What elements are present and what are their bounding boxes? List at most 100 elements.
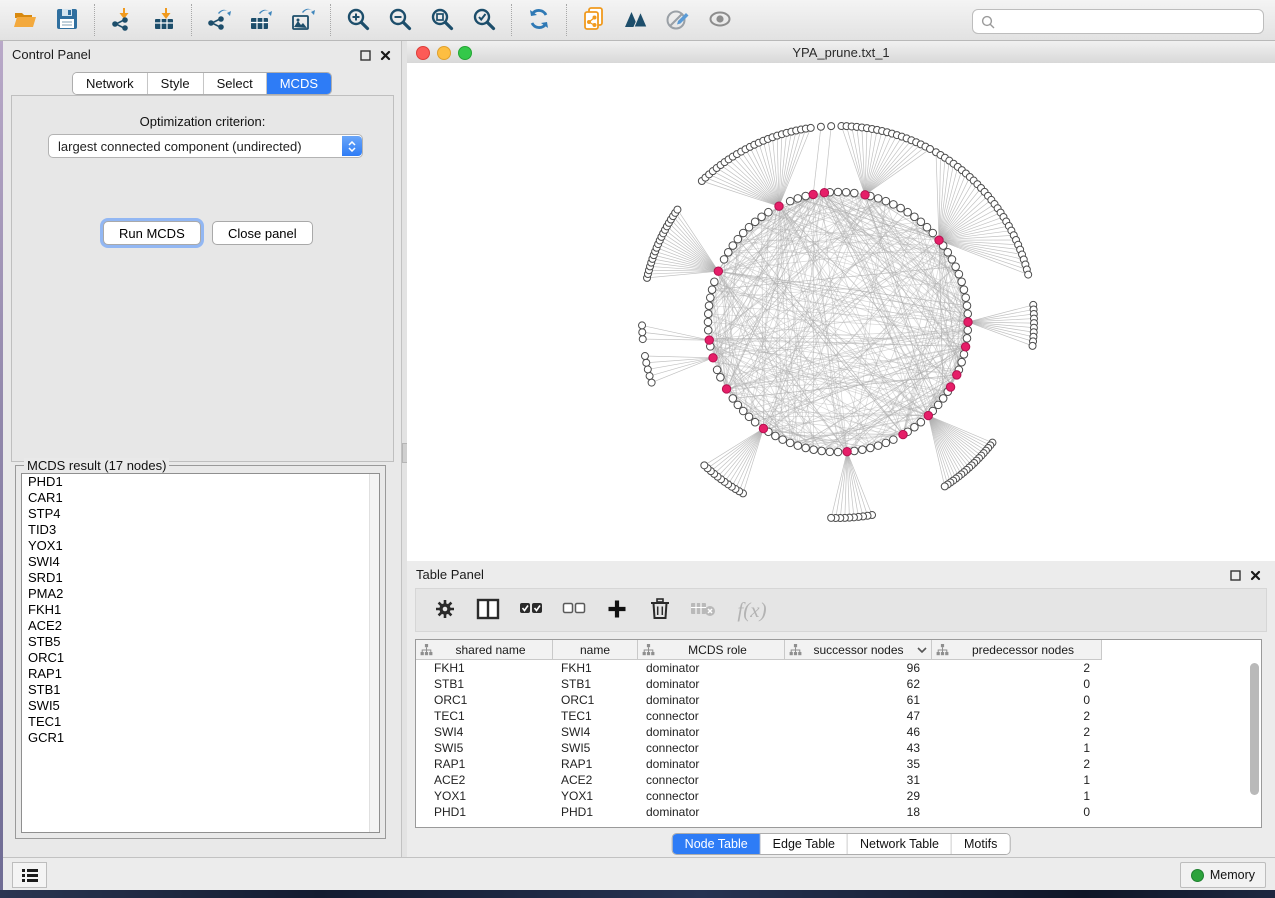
network-node[interactable] xyxy=(958,278,966,286)
select-all-rows-button[interactable] xyxy=(514,593,548,627)
network-node[interactable] xyxy=(705,302,713,310)
network-node[interactable] xyxy=(859,446,867,454)
network-node[interactable] xyxy=(751,218,759,226)
network-node[interactable] xyxy=(734,235,742,243)
network-node[interactable] xyxy=(794,442,802,450)
column-header-MCDS-role[interactable]: MCDS role xyxy=(638,640,785,660)
network-leaf-node[interactable] xyxy=(807,124,814,131)
mcds-network-node[interactable] xyxy=(820,189,828,197)
table-row[interactable]: FKH1FKH1dominator962 xyxy=(416,660,1261,676)
zoom-fit-button[interactable] xyxy=(421,3,463,37)
network-leaf-node[interactable] xyxy=(639,322,646,329)
network-canvas[interactable] xyxy=(407,63,1275,561)
tab-network[interactable]: Network xyxy=(73,73,148,94)
network-node[interactable] xyxy=(850,189,858,197)
network-node[interactable] xyxy=(960,286,968,294)
zoom-out-button[interactable] xyxy=(379,3,421,37)
show-hide-details-button[interactable] xyxy=(699,3,741,37)
mcds-result-item[interactable]: RAP1 xyxy=(22,666,379,682)
network-node[interactable] xyxy=(958,358,966,366)
network-node[interactable] xyxy=(897,204,905,212)
network-node[interactable] xyxy=(882,197,890,205)
column-header-shared-name[interactable]: shared name xyxy=(416,640,553,660)
export-to-web-button[interactable] xyxy=(573,3,615,37)
export-table-button[interactable] xyxy=(240,3,282,37)
network-leaf-node[interactable] xyxy=(644,366,651,373)
network-node[interactable] xyxy=(948,256,956,264)
network-node[interactable] xyxy=(745,413,753,421)
table-row[interactable]: PHD1PHD1dominator180 xyxy=(416,804,1261,820)
mcds-result-item[interactable]: FKH1 xyxy=(22,602,379,618)
network-node[interactable] xyxy=(917,218,925,226)
network-node[interactable] xyxy=(704,310,712,318)
network-node[interactable] xyxy=(707,294,715,302)
network-node[interactable] xyxy=(834,448,842,456)
network-node[interactable] xyxy=(729,242,737,250)
table-row[interactable]: TEC1TEC1connector472 xyxy=(416,708,1261,724)
open-session-button[interactable] xyxy=(4,3,46,37)
mcds-network-node[interactable] xyxy=(935,236,943,244)
mcds-network-node[interactable] xyxy=(843,447,851,455)
mcds-network-node[interactable] xyxy=(722,385,730,393)
network-node[interactable] xyxy=(834,188,842,196)
close-panel-button[interactable]: Close panel xyxy=(212,221,313,245)
network-node[interactable] xyxy=(934,401,942,409)
network-node[interactable] xyxy=(952,263,960,271)
mcds-network-node[interactable] xyxy=(809,190,817,198)
tab-node-table[interactable]: Node Table xyxy=(673,834,761,854)
column-header-name[interactable]: name xyxy=(553,640,638,660)
network-leaf-node[interactable] xyxy=(639,336,646,343)
network-node[interactable] xyxy=(964,326,972,334)
network-leaf-node[interactable] xyxy=(643,359,650,366)
network-node[interactable] xyxy=(751,418,759,426)
mcds-network-node[interactable] xyxy=(759,424,767,432)
network-node[interactable] xyxy=(911,423,919,431)
network-node[interactable] xyxy=(963,302,971,310)
network-node[interactable] xyxy=(720,256,728,264)
network-node[interactable] xyxy=(734,401,742,409)
network-leaf-node[interactable] xyxy=(674,206,681,213)
network-node[interactable] xyxy=(711,278,719,286)
network-leaf-node[interactable] xyxy=(701,462,708,469)
network-node[interactable] xyxy=(818,447,826,455)
table-row[interactable]: STB1STB1dominator620 xyxy=(416,676,1261,692)
network-node[interactable] xyxy=(729,395,737,403)
mcds-result-item[interactable]: PHD1 xyxy=(22,474,379,490)
mcds-result-item[interactable]: GCR1 xyxy=(22,730,379,746)
network-leaf-node[interactable] xyxy=(817,123,824,130)
mcds-network-node[interactable] xyxy=(961,343,969,351)
import-table-button[interactable] xyxy=(143,3,185,37)
show-columns-button[interactable] xyxy=(471,593,505,627)
mcds-result-item[interactable]: STP4 xyxy=(22,506,379,522)
import-network-button[interactable] xyxy=(101,3,143,37)
network-node[interactable] xyxy=(867,444,875,452)
mcds-result-item[interactable]: PMA2 xyxy=(22,586,379,602)
mcds-network-node[interactable] xyxy=(924,411,932,419)
network-leaf-node[interactable] xyxy=(1029,342,1036,349)
export-image-button[interactable] xyxy=(282,3,324,37)
network-node[interactable] xyxy=(882,439,890,447)
table-mode-gear-button[interactable] xyxy=(428,593,462,627)
network-node[interactable] xyxy=(874,195,882,203)
network-node[interactable] xyxy=(786,439,794,447)
network-node[interactable] xyxy=(713,366,721,374)
network-node[interactable] xyxy=(739,229,747,237)
table-row[interactable]: RAP1RAP1dominator352 xyxy=(416,756,1261,772)
network-node[interactable] xyxy=(779,436,787,444)
delete-columns-button[interactable] xyxy=(643,593,677,627)
tab-motifs[interactable]: Motifs xyxy=(952,834,1009,854)
column-header-successor-nodes[interactable]: successor nodes xyxy=(785,640,932,660)
search-input[interactable] xyxy=(999,12,1263,32)
close-panel-icon[interactable] xyxy=(1250,568,1261,586)
tab-style[interactable]: Style xyxy=(148,73,204,94)
network-node[interactable] xyxy=(842,188,850,196)
network-node[interactable] xyxy=(739,407,747,415)
tab-select[interactable]: Select xyxy=(204,73,267,94)
mcds-result-item[interactable]: SWI5 xyxy=(22,698,379,714)
network-node[interactable] xyxy=(963,334,971,342)
mcds-result-item[interactable]: ORC1 xyxy=(22,650,379,666)
network-leaf-node[interactable] xyxy=(639,329,646,336)
tab-mcds[interactable]: MCDS xyxy=(267,73,331,94)
network-node[interactable] xyxy=(717,374,725,382)
network-node[interactable] xyxy=(939,395,947,403)
